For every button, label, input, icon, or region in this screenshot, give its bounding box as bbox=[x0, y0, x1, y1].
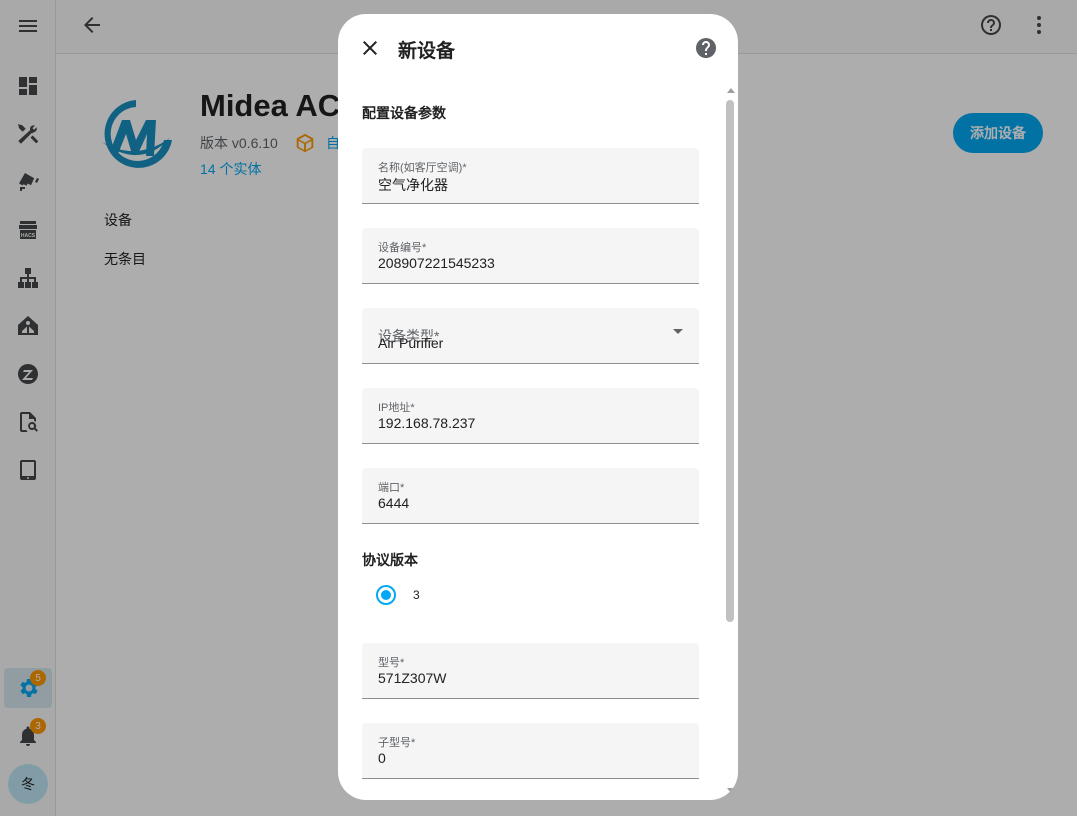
port-field-value[interactable]: 6444 bbox=[378, 495, 409, 511]
device-type-select[interactable]: 设备类型* Air Purifier bbox=[362, 308, 699, 364]
protocol-radio-3[interactable] bbox=[376, 585, 396, 605]
protocol-radio-label: 3 bbox=[413, 588, 420, 602]
submodel-field[interactable]: 子型号* 0 bbox=[362, 723, 699, 779]
dialog-title: 新设备 bbox=[398, 41, 456, 62]
submodel-field-label: 子型号* bbox=[378, 737, 416, 749]
device-id-field-value[interactable]: 208907221545233 bbox=[378, 255, 495, 271]
help-circle-filled-icon bbox=[696, 38, 716, 58]
port-field-label: 端口* bbox=[378, 482, 405, 494]
dialog-help-button[interactable] bbox=[694, 36, 718, 60]
ip-address-field-value[interactable]: 192.168.78.237 bbox=[378, 415, 475, 431]
close-button[interactable] bbox=[358, 36, 382, 60]
form-heading: 配置设备参数 bbox=[362, 105, 446, 121]
model-field-value[interactable]: 571Z307W bbox=[378, 670, 446, 686]
dropdown-arrow-icon[interactable] bbox=[673, 329, 683, 334]
device-id-field-label: 设备编号* bbox=[378, 242, 427, 254]
new-device-dialog: 新设备 配置设备参数 名称(如客厅空调)* 空气净化器 设备编号* 208907… bbox=[338, 14, 738, 800]
ip-address-field[interactable]: IP地址* 192.168.78.237 bbox=[362, 388, 699, 444]
scroll-up-arrow[interactable] bbox=[727, 88, 735, 93]
model-field-label: 型号* bbox=[378, 657, 405, 669]
ip-address-field-label: IP地址* bbox=[378, 402, 415, 414]
port-field[interactable]: 端口* 6444 bbox=[362, 468, 699, 524]
name-field[interactable]: 名称(如客厅空调)* 空气净化器 bbox=[362, 148, 699, 204]
protocol-version-heading: 协议版本 bbox=[362, 552, 418, 568]
dialog-scrollbar-thumb[interactable] bbox=[726, 100, 734, 622]
name-field-value[interactable]: 空气净化器 bbox=[378, 175, 448, 195]
submodel-field-value[interactable]: 0 bbox=[378, 750, 386, 766]
scroll-down-arrow[interactable] bbox=[727, 788, 735, 793]
close-icon bbox=[363, 41, 377, 55]
device-id-field[interactable]: 设备编号* 208907221545233 bbox=[362, 228, 699, 284]
device-type-select-value[interactable]: Air Purifier bbox=[378, 335, 443, 351]
name-field-label: 名称(如客厅空调)* bbox=[378, 162, 467, 174]
model-field[interactable]: 型号* 571Z307W bbox=[362, 643, 699, 699]
